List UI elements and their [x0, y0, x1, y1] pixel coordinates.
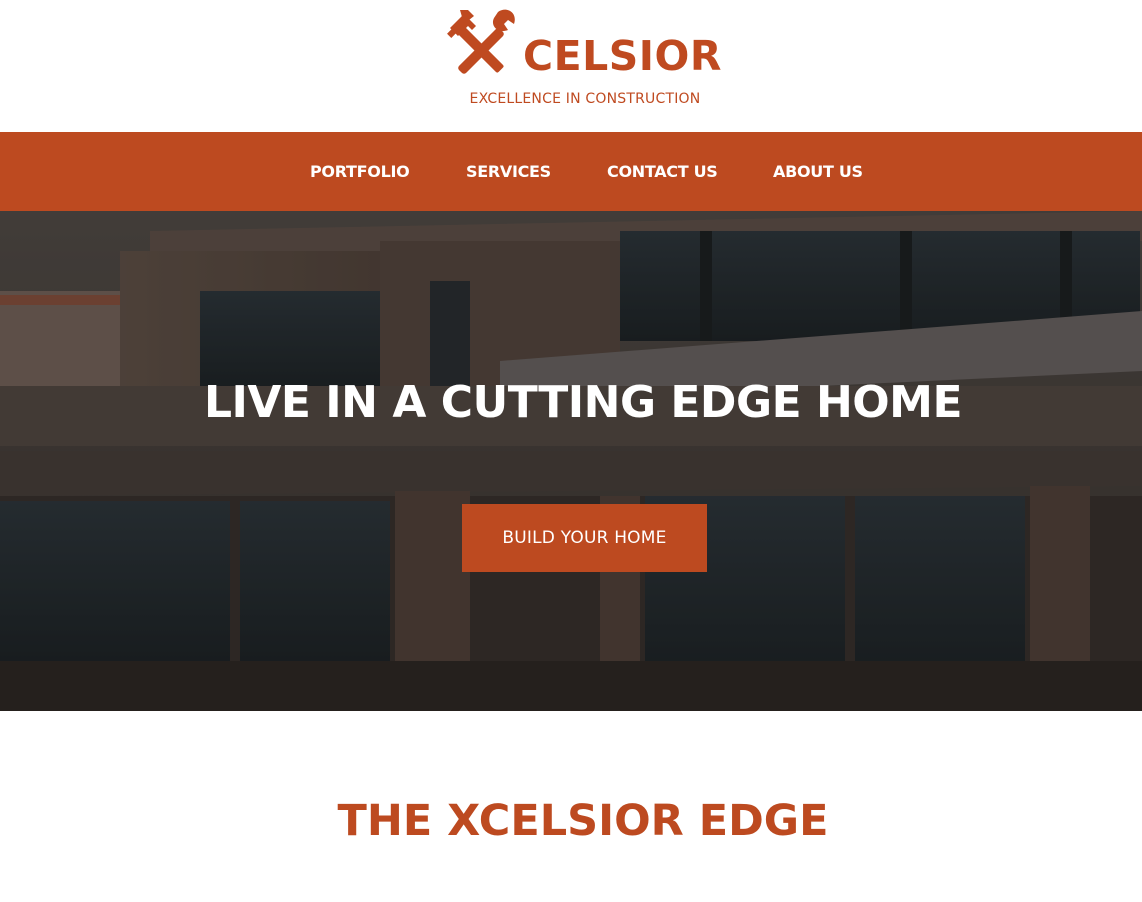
section-title: THE XCELSIOR EDGE	[337, 796, 829, 846]
nav-item-portfolio[interactable]: PORTFOLIO	[310, 162, 410, 181]
hero-overlay	[0, 211, 1142, 711]
logo[interactable]: CELSIOR	[446, 8, 726, 78]
build-your-home-button[interactable]: BUILD YOUR HOME	[462, 504, 707, 572]
main-nav: PORTFOLIO SERVICES CONTACT US ABOUT US	[0, 132, 1142, 211]
nav-item-services[interactable]: SERVICES	[466, 162, 551, 181]
hero-banner: LIVE IN A CUTTING EDGE HOME BUILD YOUR H…	[0, 211, 1142, 711]
hammer-wrench-x-icon	[447, 9, 515, 74]
site-header: CELSIOR EXCELLENCE IN CONSTRUCTION	[0, 0, 1142, 132]
hero-title: LIVE IN A CUTTING EDGE HOME	[203, 377, 963, 428]
nav-item-about-us[interactable]: ABOUT US	[773, 162, 863, 181]
tagline: EXCELLENCE IN CONSTRUCTION	[469, 91, 701, 107]
nav-item-contact-us[interactable]: CONTACT US	[607, 162, 718, 181]
logo-text: CELSIOR	[523, 32, 722, 80]
